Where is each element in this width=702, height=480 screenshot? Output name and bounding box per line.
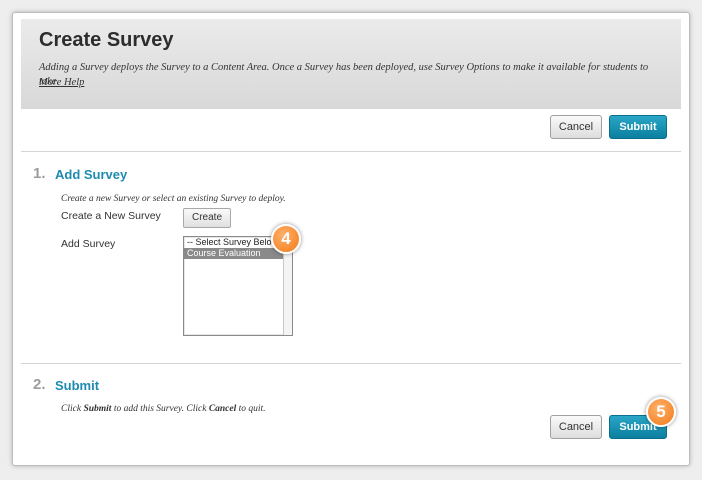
page-frame: Create Survey Adding a Survey deploys th… bbox=[12, 12, 690, 466]
page-header: Create Survey Adding a Survey deploys th… bbox=[21, 19, 681, 109]
divider bbox=[21, 363, 681, 364]
instr-text: to quit. bbox=[236, 404, 266, 414]
submit-button-top[interactable]: Submit bbox=[609, 115, 667, 139]
create-button[interactable]: Create bbox=[183, 208, 232, 228]
section-1-instructions: Create a new Survey or select an existin… bbox=[61, 194, 286, 204]
page-description: Adding a Survey deploys the Survey to a … bbox=[39, 62, 649, 87]
page-title: Create Survey bbox=[39, 29, 174, 51]
cancel-button-top[interactable]: Cancel bbox=[550, 115, 602, 139]
instr-cancel-word: Cancel bbox=[208, 404, 237, 414]
more-help-link[interactable]: More Help bbox=[39, 77, 84, 88]
create-survey-label: Create a New Survey bbox=[61, 210, 161, 222]
step-number-1: 1. bbox=[33, 165, 46, 182]
section-title-submit: Submit bbox=[55, 378, 100, 393]
step-number-2: 2. bbox=[33, 376, 46, 393]
callout-badge-5: 5 bbox=[646, 397, 676, 427]
instr-submit-word: Submit bbox=[83, 404, 112, 414]
section-2-instructions: Click Submit to add this Survey. Click C… bbox=[61, 404, 266, 414]
divider bbox=[21, 151, 681, 152]
instr-text: Click bbox=[61, 404, 84, 414]
callout-badge-4: 4 bbox=[271, 224, 301, 254]
section-title-add-survey: Add Survey bbox=[55, 167, 128, 182]
instr-text: to add this Survey. Click bbox=[111, 404, 209, 414]
add-survey-label: Add Survey bbox=[61, 238, 116, 250]
cancel-button-bottom[interactable]: Cancel bbox=[550, 415, 602, 439]
